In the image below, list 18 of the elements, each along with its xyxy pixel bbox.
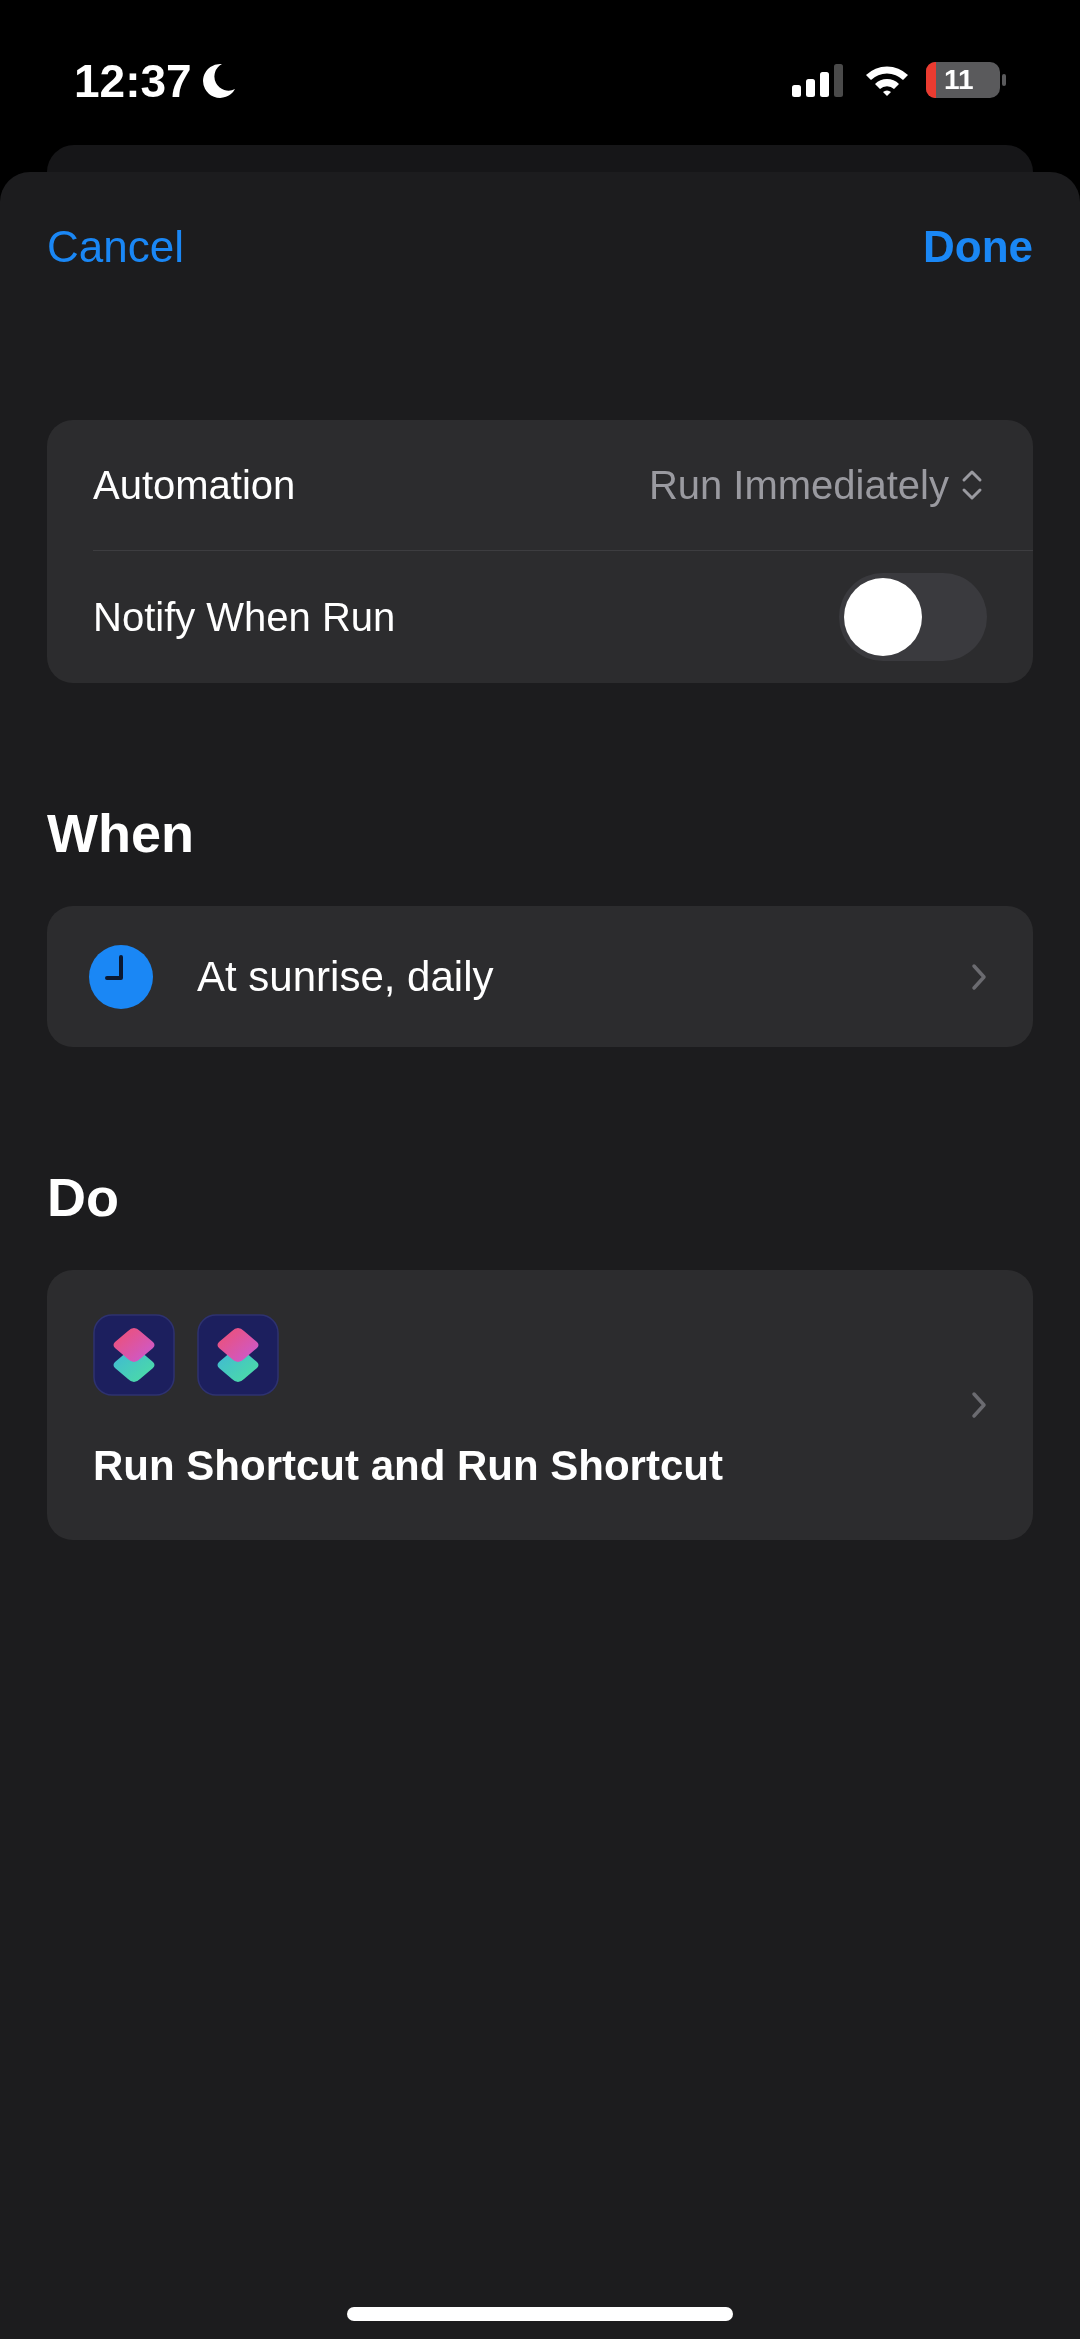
chevron-right-icon (971, 1391, 987, 1419)
status-time: 12:37 (74, 58, 192, 104)
battery-icon (926, 62, 1006, 98)
setting-label: Notify When Run (93, 594, 396, 641)
layered-app-icon (93, 1313, 175, 1396)
cancel-button[interactable]: Cancel (47, 214, 184, 280)
done-button[interactable]: Done (923, 214, 1033, 280)
picker-button[interactable]: Run Immediately (648, 455, 983, 515)
chevron-right-icon (971, 962, 987, 991)
wifi-icon (864, 63, 910, 97)
section-heading: When (46, 802, 195, 865)
action-row[interactable]: Run Shortcut and Run Shortcut (47, 1270, 1033, 1540)
trigger-row[interactable]: At sunrise, daily (47, 906, 1033, 1047)
section-heading: Do (46, 1166, 120, 1229)
clock-icon (89, 944, 153, 1009)
setting-label: Automation (93, 462, 296, 509)
layered-app-icon (197, 1313, 279, 1396)
battery-level: 11 (944, 66, 974, 94)
